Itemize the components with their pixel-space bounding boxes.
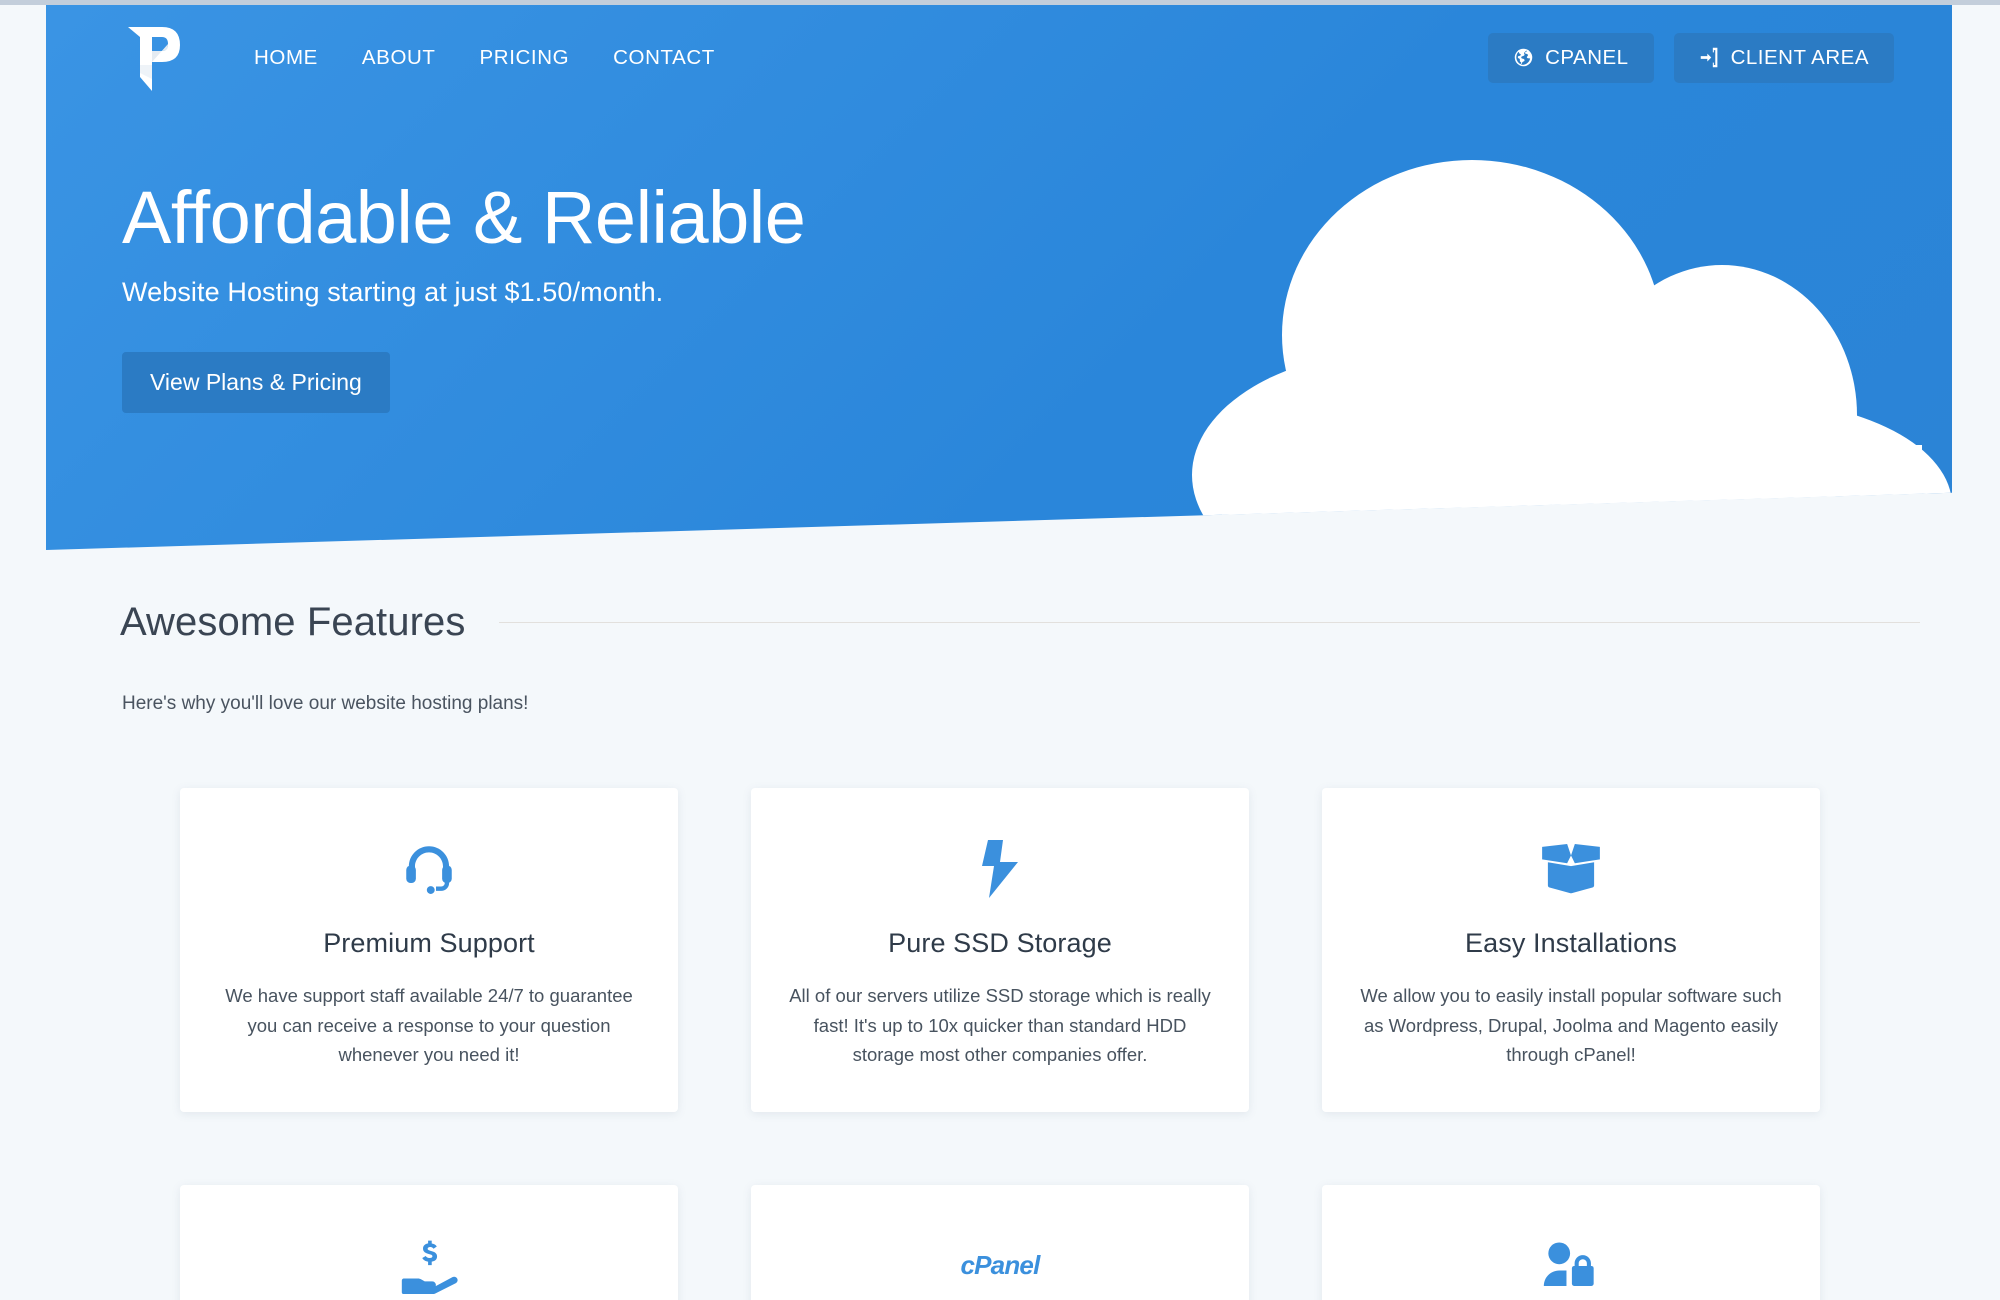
cpanel-button-label: CPANEL bbox=[1545, 45, 1629, 69]
nav-link-contact[interactable]: CONTACT bbox=[591, 36, 737, 80]
open-box-icon bbox=[1542, 843, 1600, 894]
feature-card-text: We allow you to easily install popular s… bbox=[1360, 985, 1782, 1066]
page-root: HOME ABOUT PRICING CONTACT CPANEL CLIENT… bbox=[0, 0, 2000, 1300]
features-heading-rule bbox=[499, 622, 1920, 623]
features-subheading: Here's why you'll love our website hosti… bbox=[122, 693, 529, 714]
nav-item-pricing[interactable]: PRICING bbox=[458, 36, 592, 80]
cpanel-button[interactable]: CPANEL bbox=[1488, 32, 1654, 83]
nav-item-about[interactable]: ABOUT bbox=[340, 36, 458, 80]
feature-card-text: All of our servers utilize SSD storage w… bbox=[789, 985, 1211, 1066]
feature-card-pure-ssd-storage[interactable]: Pure SSD Storage All of our servers util… bbox=[751, 788, 1249, 1112]
feature-card-title: Pure SSD Storage bbox=[888, 928, 1112, 958]
cpanel-logo-icon-wrap: cPanel bbox=[781, 1229, 1219, 1300]
user-lock-icon-wrap bbox=[1352, 1229, 1790, 1300]
navbar: HOME ABOUT PRICING CONTACT CPANEL CLIENT… bbox=[46, 5, 1952, 110]
feature-card-easy-installations[interactable]: Easy Installations We allow you to easil… bbox=[1322, 788, 1820, 1112]
feature-card-title: Easy Installations bbox=[1465, 928, 1677, 958]
nav-item-contact[interactable]: CONTACT bbox=[591, 36, 737, 80]
hero-banner: HOME ABOUT PRICING CONTACT CPANEL CLIENT… bbox=[46, 5, 1952, 550]
features-heading: Awesome Features bbox=[120, 600, 466, 644]
lightning-bolt-icon bbox=[982, 840, 1018, 898]
hand-holding-dollar-icon-wrap bbox=[210, 1229, 648, 1300]
client-area-button-label: CLIENT AREA bbox=[1730, 45, 1869, 69]
hero-copy: Affordable & Reliable Website Hosting st… bbox=[122, 176, 806, 414]
p-flag-logo-icon[interactable] bbox=[122, 21, 184, 95]
feature-card-cpanel-ready[interactable]: cPanel cPanel Ready bbox=[751, 1184, 1249, 1300]
user-lock-icon bbox=[1543, 1242, 1594, 1286]
hero-subtitle: Website Hosting starting at just $1.50/m… bbox=[122, 277, 664, 308]
lightning-bolt-icon-wrap bbox=[781, 832, 1219, 906]
window-chrome-strip bbox=[0, 0, 2000, 5]
nav-link-about[interactable]: ABOUT bbox=[340, 36, 458, 80]
feature-card-premium-support[interactable]: Premium Support We have support staff av… bbox=[180, 788, 678, 1112]
features-card-grid: Premium Support We have support staff av… bbox=[0, 788, 2000, 1300]
cpanel-logo-icon: cPanel bbox=[960, 1250, 1040, 1281]
headset-icon-wrap bbox=[210, 832, 648, 906]
hero-title: Affordable & Reliable bbox=[122, 176, 806, 259]
nav-item-home[interactable]: HOME bbox=[232, 36, 340, 80]
nav-links: HOME ABOUT PRICING CONTACT bbox=[232, 36, 737, 80]
feature-card-text: We have support staff available 24/7 to … bbox=[225, 985, 633, 1066]
navbar-actions: CPANEL CLIENT AREA bbox=[1488, 32, 1894, 83]
hand-holding-dollar-icon bbox=[401, 1240, 458, 1294]
cloud-illustration-icon bbox=[1192, 160, 1952, 550]
view-plans-pricing-button[interactable]: View Plans & Pricing bbox=[122, 352, 390, 414]
globe-icon bbox=[1514, 48, 1533, 67]
sign-in-icon bbox=[1700, 47, 1717, 68]
client-area-button[interactable]: CLIENT AREA bbox=[1673, 32, 1894, 83]
open-box-icon-wrap bbox=[1352, 832, 1790, 906]
feature-card-affordable-solutions[interactable]: Affordable Solutions bbox=[180, 1184, 678, 1300]
feature-card-free-ssl-certificates[interactable]: Free SSL Certificates bbox=[1322, 1184, 1820, 1300]
feature-card-title: Premium Support bbox=[323, 928, 535, 958]
features-section: Awesome Features Here's why you'll love … bbox=[0, 600, 2000, 1300]
headset-icon bbox=[406, 846, 452, 894]
features-heading-row: Awesome Features bbox=[120, 600, 1920, 645]
nav-link-home[interactable]: HOME bbox=[232, 36, 340, 80]
nav-link-pricing[interactable]: PRICING bbox=[458, 36, 592, 80]
